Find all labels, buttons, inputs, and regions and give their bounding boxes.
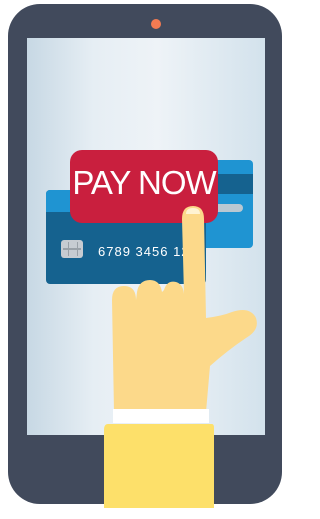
hand-palm — [112, 206, 257, 412]
sleeve — [104, 424, 214, 508]
pay-now-illustration: 6789 3456 12 PAY NOW — [0, 0, 288, 519]
pointing-hand-icon — [104, 206, 257, 508]
shirt-cuff — [113, 409, 209, 423]
